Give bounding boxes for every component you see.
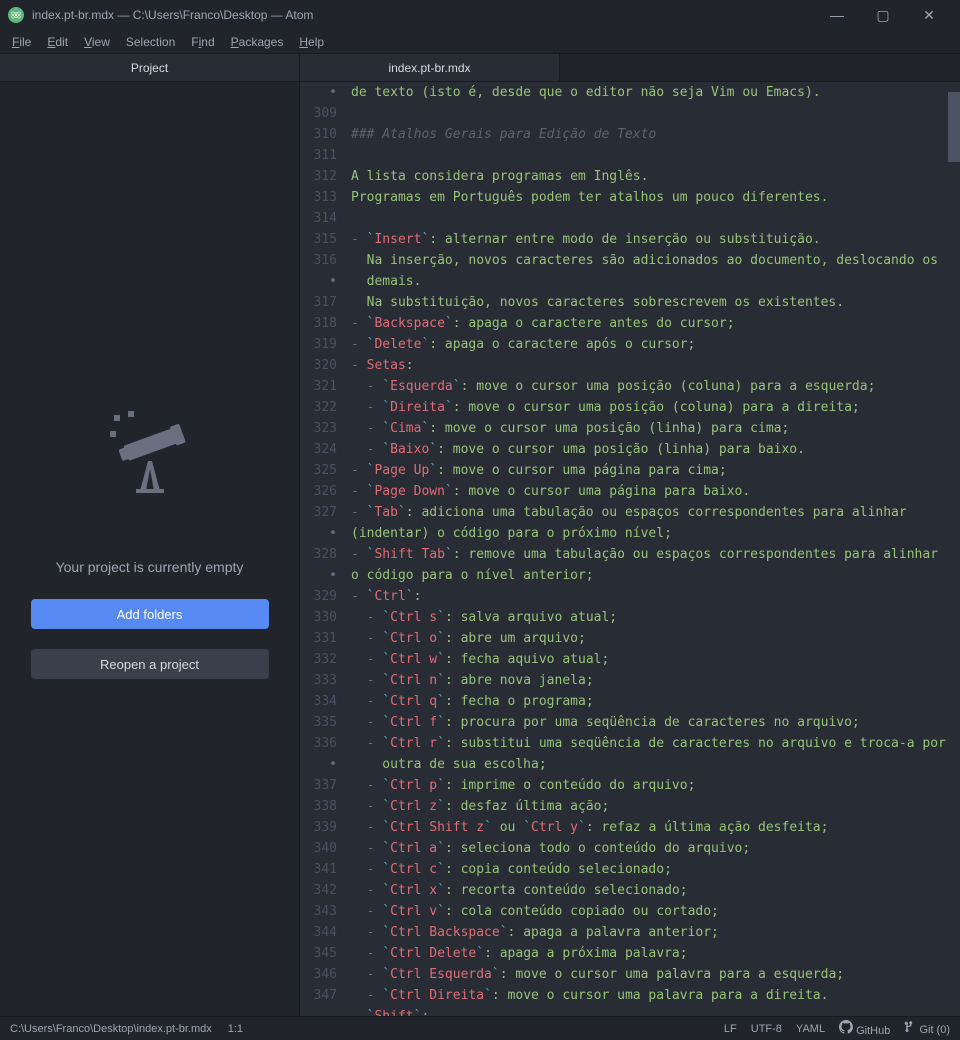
status-bar: C:\Users\Franco\Desktop\index.pt-br.mdx … (0, 1016, 960, 1040)
code-line[interactable] (351, 208, 960, 229)
status-github[interactable]: GitHub (839, 1020, 890, 1037)
code-line[interactable]: - `Shift Tab`: remove uma tabulação ou e… (351, 544, 960, 565)
menu-edit[interactable]: Edit (39, 30, 76, 53)
tree-view-sidebar: Project Your project is currently empty … (0, 54, 300, 1016)
code-line[interactable]: ### Atalhos Gerais para Edição de Texto (351, 124, 960, 145)
code-line[interactable]: - `Ctrl Shift z` ou `Ctrl y`: refaz a úl… (351, 817, 960, 838)
code-line[interactable]: - `Ctrl Esquerda`: move o cursor uma pal… (351, 964, 960, 985)
line-gutter: •309310311312313314315316•31731831932032… (300, 82, 345, 1016)
code-line[interactable]: - `Esquerda`: move o cursor uma posição … (351, 376, 960, 397)
menu-help[interactable]: Help (291, 30, 332, 53)
menu-find[interactable]: Find (183, 30, 222, 53)
code-line[interactable]: - Setas: (351, 355, 960, 376)
window-title: index.pt-br.mdx — C:\Users\Franco\Deskto… (32, 8, 814, 22)
maximize-button[interactable]: ▢ (860, 0, 906, 30)
status-file-path[interactable]: C:\Users\Franco\Desktop\index.pt-br.mdx (10, 1023, 212, 1035)
code-line[interactable]: - `Page Down`: move o cursor uma página … (351, 481, 960, 502)
code-line[interactable]: - `Baixo`: move o cursor uma posição (li… (351, 439, 960, 460)
code-line[interactable]: - `Ctrl Backspace`: apaga a palavra ante… (351, 922, 960, 943)
sidebar-tab[interactable]: Project (0, 54, 299, 82)
code-line[interactable] (351, 103, 960, 124)
editor-pane: index.pt-br.mdx •30931031131231331431531… (300, 54, 960, 1016)
code-line[interactable]: - `Direita`: move o cursor uma posição (… (351, 397, 960, 418)
status-cursor-position[interactable]: 1:1 (228, 1023, 243, 1035)
atom-logo-icon (8, 7, 24, 23)
telescope-icon (100, 399, 200, 499)
code-line[interactable]: - `Ctrl v`: cola conteúdo copiado ou cor… (351, 901, 960, 922)
code-line[interactable]: - `Ctrl f`: procura por uma seqüência de… (351, 712, 960, 733)
reopen-project-button[interactable]: Reopen a project (31, 649, 269, 679)
add-folders-button[interactable]: Add folders (31, 599, 269, 629)
github-label: GitHub (856, 1025, 890, 1037)
status-git[interactable]: Git (0) (904, 1021, 950, 1036)
code-line[interactable]: `Shift`: (351, 1006, 960, 1016)
workspace: Project Your project is currently empty … (0, 54, 960, 1016)
code-line[interactable]: - `Ctrl Delete`: apaga a próxima palavra… (351, 943, 960, 964)
close-button[interactable]: ✕ (906, 0, 952, 30)
code-line[interactable]: (indentar) o código para o próximo nível… (351, 523, 960, 544)
code-line[interactable]: Na inserção, novos caracteres são adicio… (351, 250, 960, 271)
menu-selection[interactable]: Selection (118, 30, 183, 53)
github-icon (839, 1020, 853, 1034)
code-line[interactable]: - `Ctrl o`: abre um arquivo; (351, 628, 960, 649)
git-branch-icon (904, 1021, 916, 1033)
empty-message: Your project is currently empty (56, 559, 244, 575)
status-grammar[interactable]: YAML (796, 1023, 825, 1035)
code-line[interactable]: - `Tab`: adiciona uma tabulação ou espaç… (351, 502, 960, 523)
menu-file[interactable]: File (4, 30, 39, 53)
code-line[interactable]: de texto (isto é, desde que o editor não… (351, 82, 960, 103)
code-line[interactable]: - `Page Up`: move o cursor uma página pa… (351, 460, 960, 481)
code-line[interactable] (351, 145, 960, 166)
code-line[interactable]: - `Cima`: move o cursor uma posição (lin… (351, 418, 960, 439)
tab-bar: index.pt-br.mdx (300, 54, 960, 82)
menu-view[interactable]: View (76, 30, 118, 53)
git-label: Git (0) (919, 1024, 950, 1036)
menu-packages[interactable]: Packages (223, 30, 292, 53)
code-line[interactable]: o código para o nível anterior; (351, 565, 960, 586)
code-line[interactable]: - `Ctrl r`: substitui uma seqüência de c… (351, 733, 960, 754)
code-line[interactable]: - `Ctrl`: (351, 586, 960, 607)
code-line[interactable]: - `Ctrl Direita`: move o cursor uma pala… (351, 985, 960, 1006)
minimize-button[interactable]: — (814, 0, 860, 30)
status-encoding[interactable]: UTF-8 (751, 1023, 782, 1035)
code-line[interactable]: demais. (351, 271, 960, 292)
code-line[interactable]: - `Ctrl a`: seleciona todo o conteúdo do… (351, 838, 960, 859)
code-line[interactable]: - `Ctrl c`: copia conteúdo selecionado; (351, 859, 960, 880)
code-line[interactable]: - `Ctrl s`: salva arquivo atual; (351, 607, 960, 628)
text-editor[interactable]: •309310311312313314315316•31731831932032… (300, 82, 960, 1016)
code-line[interactable]: - `Ctrl p`: imprime o conteúdo do arquiv… (351, 775, 960, 796)
code-line[interactable]: Programas em Português podem ter atalhos… (351, 187, 960, 208)
menubar: File Edit View Selection Find Packages H… (0, 30, 960, 54)
vertical-scrollbar[interactable] (948, 92, 960, 162)
titlebar: index.pt-br.mdx — C:\Users\Franco\Deskto… (0, 0, 960, 30)
status-line-ending[interactable]: LF (724, 1023, 737, 1035)
code-line[interactable]: - `Delete`: apaga o caractere após o cur… (351, 334, 960, 355)
code-line[interactable]: - `Ctrl w`: fecha aquivo atual; (351, 649, 960, 670)
window-controls: — ▢ ✕ (814, 0, 952, 30)
empty-project-panel: Your project is currently empty Add fold… (0, 82, 299, 1016)
code-content[interactable]: de texto (isto é, desde que o editor não… (345, 82, 960, 1016)
code-line[interactable]: A lista considera programas em Inglês. (351, 166, 960, 187)
code-line[interactable]: - `Ctrl q`: fecha o programa; (351, 691, 960, 712)
code-line[interactable]: - `Backspace`: apaga o caractere antes d… (351, 313, 960, 334)
code-line[interactable]: outra de sua escolha; (351, 754, 960, 775)
code-line[interactable]: - `Ctrl n`: abre nova janela; (351, 670, 960, 691)
editor-tab-active[interactable]: index.pt-br.mdx (300, 54, 560, 81)
code-line[interactable]: - `Ctrl x`: recorta conteúdo selecionado… (351, 880, 960, 901)
code-line[interactable]: - `Ctrl z`: desfaz última ação; (351, 796, 960, 817)
code-line[interactable]: - `Insert`: alternar entre modo de inser… (351, 229, 960, 250)
code-line[interactable]: Na substituição, novos caracteres sobres… (351, 292, 960, 313)
